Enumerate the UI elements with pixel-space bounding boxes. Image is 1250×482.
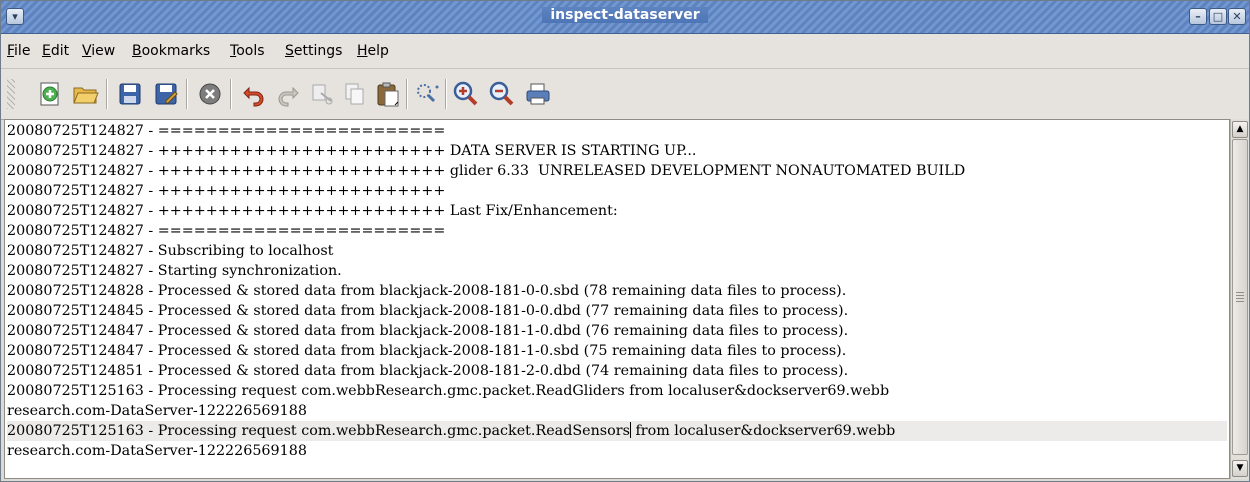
toolbar-separator [106,79,108,109]
scroll-up-button[interactable]: ▲ [1232,121,1248,138]
log-line: 20080725T124828 - Processed & stored dat… [7,283,847,299]
menu-edit[interactable]: Edit [42,43,69,59]
log-line: 20080725T124827 - ++++++++++++++++++++++… [7,143,697,159]
scroll-down-button[interactable]: ▼ [1232,460,1248,477]
log-line-before-caret: 20080725T125163 - Processing request com… [7,423,630,439]
toolbar-separator [406,79,408,109]
menu-bookmarks[interactable]: Bookmarks [132,43,210,59]
minimize-button[interactable]: – [1189,8,1207,25]
close-button[interactable]: ✕ [1228,8,1246,25]
undo-icon[interactable] [239,79,269,109]
zoom-out-icon[interactable] [487,79,517,109]
title-bar[interactable]: ▾ inspect-dataserver – □ ✕ [1,1,1249,34]
window-title-text: inspect-dataserver [542,7,708,23]
save-as-icon[interactable] [151,79,181,109]
log-line: 20080725T124827 - ++++++++++++++++++++++… [7,203,618,219]
log-line: 20080725T124847 - Processed & stored dat… [7,323,849,339]
zoom-in-icon[interactable] [451,79,481,109]
print-icon[interactable] [523,79,553,109]
scrollbar-thumb[interactable] [1232,139,1248,455]
toolbar-separator [186,79,188,109]
copy-icon[interactable] [339,79,369,109]
menu-help[interactable]: Help [357,43,389,59]
vertical-scrollbar[interactable]: ▲ ▼ [1230,119,1249,479]
save-icon[interactable] [115,79,145,109]
menu-tools[interactable]: Tools [230,43,265,59]
log-line: 20080725T124845 - Processed & stored dat… [7,303,849,319]
log-line: 20080725T124827 - ++++++++++++++++++++++… [7,163,966,179]
log-line: 20080725T124827 - ======================… [7,123,446,139]
toolbar-separator [230,79,232,109]
open-folder-icon[interactable] [71,79,101,109]
log-line: 20080725T125163 - Processing request com… [7,383,890,399]
toolbar-grip[interactable] [7,79,15,109]
log-line: 20080725T124847 - Processed & stored dat… [7,343,847,359]
current-log-line: 20080725T125163 - Processing request com… [7,421,1227,441]
menu-view[interactable]: View [82,43,115,59]
redo-icon[interactable] [273,79,303,109]
log-line: research.com-DataServer-122226569188 [7,403,307,419]
scrollbar-grip-icon [1236,290,1244,302]
log-line: 20080725T124851 - Processed & stored dat… [7,363,849,379]
maximize-button[interactable]: □ [1209,8,1227,25]
log-line: 20080725T124827 - ======================… [7,223,446,239]
toolbar-separator [445,79,447,109]
log-text-area[interactable]: 20080725T124827 - ======================… [4,119,1230,479]
application-window: ▾ inspect-dataserver – □ ✕ File Edit Vie… [0,0,1250,482]
menu-settings[interactable]: Settings [285,43,342,59]
find-icon[interactable] [413,79,443,109]
menu-file[interactable]: File [7,43,30,59]
log-line: 20080725T124827 - Starting synchronizati… [7,263,342,279]
log-line: 20080725T124827 - Subscribing to localho… [7,243,334,259]
log-line: research.com-DataServer-122226569188 [7,443,307,459]
paste-icon[interactable] [373,79,403,109]
stop-icon[interactable] [195,79,225,109]
log-line-after-caret: from localuser&dockserver69.webb [630,423,896,439]
toolbar [1,69,1249,120]
new-document-icon[interactable] [35,79,65,109]
window-title: inspect-dataserver [1,7,1249,23]
cut-icon[interactable] [307,79,337,109]
log-line: 20080725T124827 - ++++++++++++++++++++++… [7,183,446,199]
menu-bar: File Edit View Bookmarks Tools Settings … [1,34,1249,69]
